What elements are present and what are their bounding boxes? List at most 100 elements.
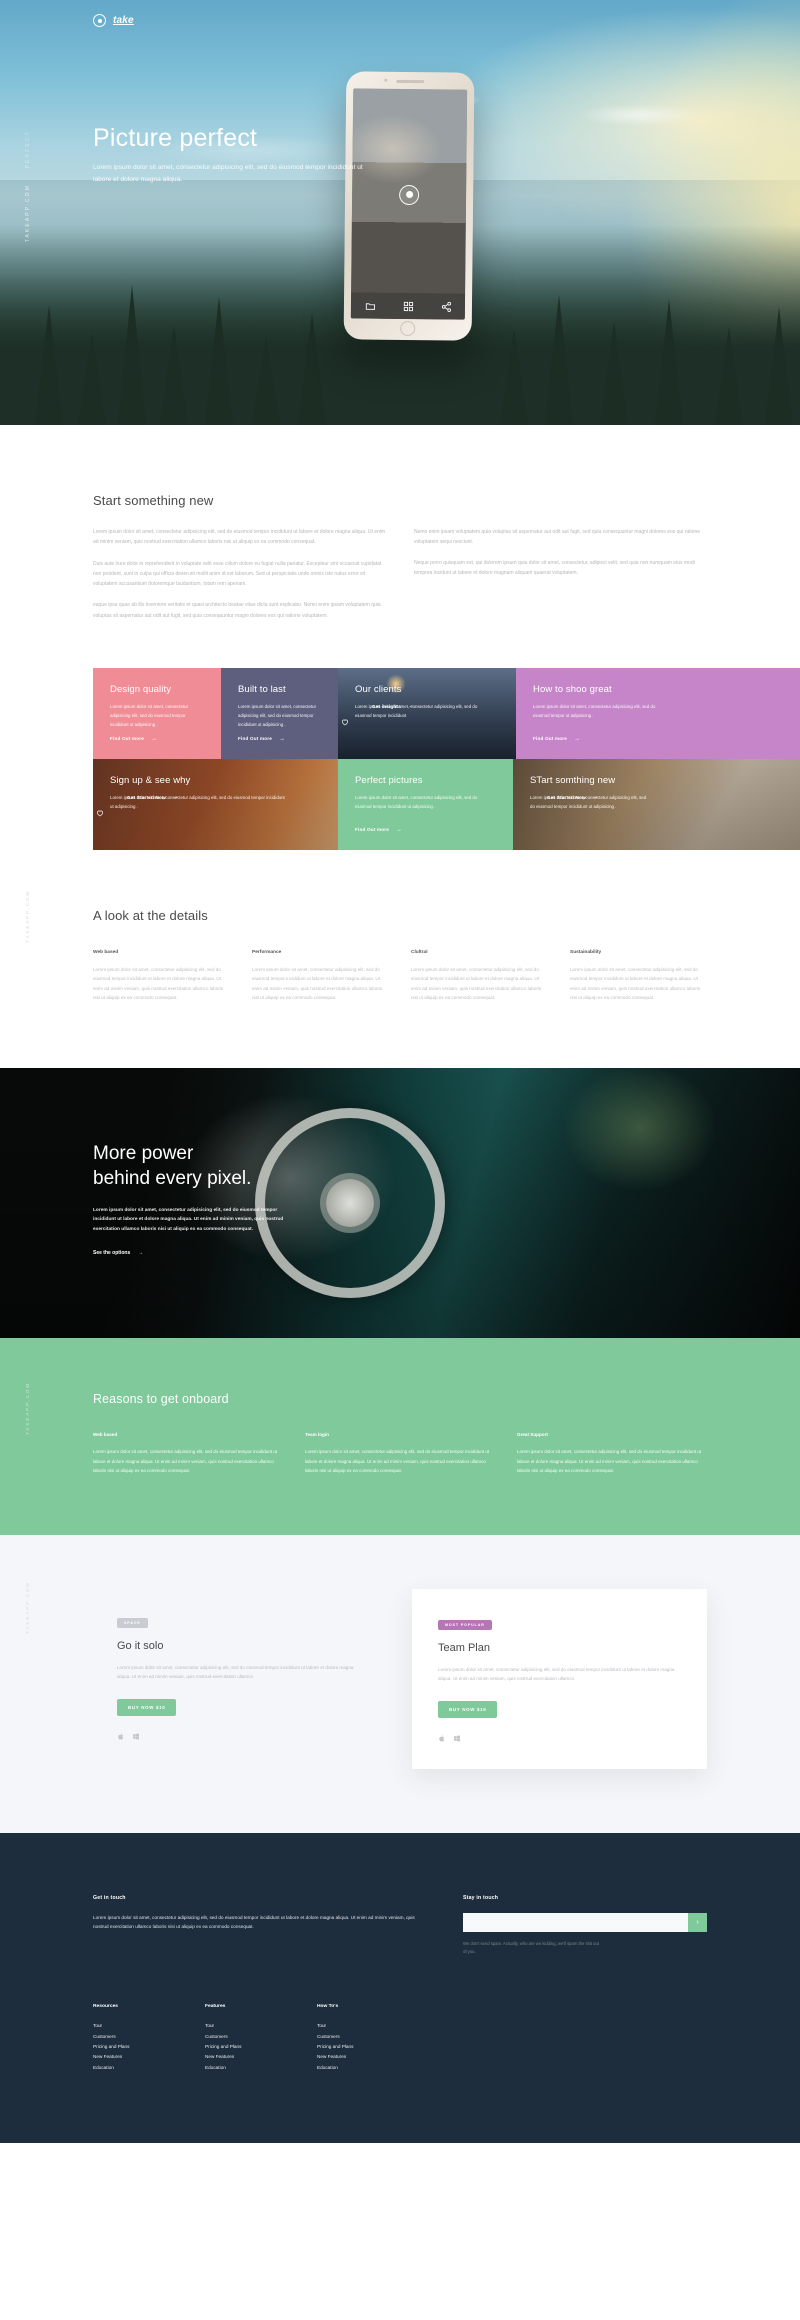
- tile-cta[interactable]: Get Started Now →: [127, 794, 338, 800]
- grid-icon[interactable]: [402, 300, 413, 311]
- pricing-side-label: TAKEAPP.COM: [25, 1581, 30, 1634]
- footer-link[interactable]: Education: [205, 2063, 295, 2073]
- tile-start-something-new[interactable]: STart somthing new Lorem ipsum dolor sit…: [513, 758, 800, 850]
- reason-column: Great Support Lorem ipsum dolor sit amet…: [517, 1432, 707, 1475]
- brand-logo[interactable]: take: [93, 14, 134, 27]
- tile-cta[interactable]: Find Out more →: [238, 736, 285, 742]
- details-section: TAKEAPP.COM A look at the details Web ba…: [0, 849, 800, 1069]
- arrow-right-icon: →: [279, 735, 286, 742]
- tile-text: Lorem ipsum dolor sit amet, consectetur …: [533, 704, 656, 719]
- buy-now-button[interactable]: BUY NOW $10: [117, 1698, 177, 1716]
- tile-cta-label: Find Out more: [355, 827, 389, 833]
- plan-title: Team Plan: [438, 1642, 490, 1655]
- footer-newsletter: Stay in touch › We don't send spam. Actu…: [463, 1895, 707, 1956]
- newsletter-note: We don't send spam. Actually, who are we…: [463, 1940, 599, 1955]
- tile-design-quality[interactable]: Design quality Lorem ipsum dolor sit ame…: [93, 667, 221, 759]
- tile-built-to-last[interactable]: Built to last Lorem ipsum dolor sit amet…: [221, 667, 338, 759]
- footer-link[interactable]: Pricing and Plans: [205, 2042, 295, 2052]
- heart-icon[interactable]: [96, 809, 104, 817]
- circle-dot-icon: [93, 14, 106, 27]
- detail-heading: Performance: [252, 949, 282, 955]
- site-footer: Get in touch Lorem ipsum dolor sit amet,…: [0, 1832, 800, 2143]
- footer-link[interactable]: New Features: [317, 2052, 407, 2062]
- footer-link[interactable]: Tour: [205, 2021, 295, 2031]
- heart-icon[interactable]: [341, 718, 349, 726]
- phone-home-button[interactable]: [400, 320, 416, 337]
- start-something-new-section: Start something new Lorem ipsum dolor si…: [0, 425, 800, 850]
- windows-icon[interactable]: [132, 1732, 140, 1741]
- details-side-label: TAKEAPP.COM: [25, 889, 30, 943]
- tile-cta[interactable]: Find Out more →: [355, 827, 402, 833]
- footer-link[interactable]: New Features: [205, 2052, 295, 2062]
- reason-heading: Team login: [305, 1432, 329, 1438]
- newsletter-submit-button[interactable]: ›: [688, 1912, 707, 1932]
- tile-cta-label: Get Started Now: [127, 794, 166, 800]
- start-right-column: Nemo enim ipsam voluptatem quia voluptas…: [414, 527, 707, 632]
- tree-icon: [545, 295, 573, 425]
- footer-link[interactable]: Pricing and Plans: [93, 2042, 183, 2052]
- arrow-right-icon: →: [138, 1250, 144, 1257]
- plan-store-icons: [438, 1734, 681, 1743]
- tile-our-clients[interactable]: Our clients Lorem ipsum dolor sit amet, …: [338, 667, 516, 759]
- hero-title: Picture perfect: [93, 124, 258, 152]
- footer-column-heading: Resources: [93, 2004, 119, 2010]
- detail-text: Lorem ipsum dolor sit amet, consectetur …: [252, 966, 383, 1000]
- footer-link[interactable]: Customers: [317, 2032, 407, 2042]
- tile-cta-label: Find Out more: [110, 736, 144, 742]
- plan-badge: SPACE: [117, 1618, 148, 1629]
- reason-text: Lorem ipsum dolor sit amet, consectetur …: [517, 1449, 702, 1473]
- buy-now-button[interactable]: BUY NOW $19: [438, 1700, 498, 1718]
- tile-text: Lorem ipsum dolor sit amet, consectetur …: [355, 795, 478, 810]
- tile-cta-label: Find Out more: [533, 736, 567, 742]
- section-title: A look at the details: [93, 907, 208, 923]
- footer-link[interactable]: Pricing and Plans: [317, 2042, 407, 2052]
- reasons-section: TAKEAPP.COM Reasons to get onboard Web b…: [0, 1338, 800, 1536]
- footer-link[interactable]: Customers: [205, 2032, 295, 2042]
- tile-perfect-pictures[interactable]: Perfect pictures Lorem ipsum dolor sit a…: [338, 758, 513, 850]
- apple-icon[interactable]: [117, 1732, 125, 1741]
- footer-link[interactable]: Education: [317, 2063, 407, 2073]
- footer-link[interactable]: New Features: [93, 2052, 183, 2062]
- tile-cta[interactable]: Get insights →: [372, 703, 516, 709]
- newsletter-email-input[interactable]: [463, 1912, 688, 1932]
- tile-title: Built to last: [238, 683, 286, 695]
- reason-heading: Web based: [93, 1432, 118, 1438]
- tile-cta[interactable]: Get Started Now →: [547, 794, 800, 800]
- footer-link[interactable]: Tour: [317, 2021, 407, 2031]
- phone-mockup: [343, 71, 475, 341]
- footer-text: Lorem ipsum dolor sit amet, consectetur …: [93, 1914, 415, 1930]
- footer-column-heading: Features: [205, 2004, 226, 2010]
- footer-link[interactable]: Education: [93, 2063, 183, 2073]
- tree-icon: [765, 307, 793, 425]
- share-icon[interactable]: [440, 301, 451, 312]
- reason-column: Team login Lorem ipsum dolor sit amet, c…: [305, 1432, 495, 1475]
- paragraph: Nemo enim ipsam voluptatem quia voluptas…: [414, 529, 701, 546]
- footer-link[interactable]: Customers: [93, 2032, 183, 2042]
- camera-shutter-icon[interactable]: [399, 184, 420, 205]
- tile-cta[interactable]: Find Out more →: [110, 736, 157, 742]
- arrow-right-icon: →: [396, 826, 403, 833]
- hero-side-label-secondary: PERFECT: [25, 130, 31, 169]
- folder-icon[interactable]: [364, 300, 375, 311]
- detail-column: Sustainability Lorem ipsum dolor sit ame…: [570, 950, 707, 1003]
- footer-link[interactable]: Tour: [93, 2021, 183, 2031]
- tile-cta[interactable]: Find Out more →: [533, 736, 580, 742]
- paragraph: Lorem ipsum dolor sit amet, consectetur …: [93, 529, 386, 546]
- apple-icon[interactable]: [438, 1734, 446, 1743]
- arrow-right-icon: →: [151, 735, 158, 742]
- feature-tiles: Design quality Lorem ipsum dolor sit ame…: [93, 667, 800, 850]
- paragraph: Neque porro quisquam est, qui dolorem ip…: [414, 559, 695, 576]
- tile-how-to-shoot[interactable]: How to shoo great Lorem ipsum dolor sit …: [516, 667, 800, 759]
- tile-text: Lorem ipsum dolor sit amet, consectetur …: [110, 704, 189, 728]
- plan-title: Go it solo: [117, 1640, 164, 1653]
- detail-column: Web based Lorem ipsum dolor sit amet, co…: [93, 950, 230, 1003]
- footer-link-column-features: Features Tour Customers Pricing and Plan…: [205, 2004, 295, 2073]
- windows-icon[interactable]: [453, 1734, 461, 1743]
- reason-text: Lorem ipsum dolor sit amet, consectetur …: [93, 1449, 278, 1473]
- hero-side-label: TAKEAPP.COM PERFECT: [25, 130, 31, 242]
- power-text: Lorem ipsum dolor sit amet, consectetur …: [93, 1207, 284, 1233]
- footer-contact: Get in touch Lorem ipsum dolor sit amet,…: [93, 1895, 423, 1956]
- power-cta[interactable]: See the options →: [93, 1250, 423, 1256]
- tree-icon: [118, 285, 146, 425]
- tile-sign-up[interactable]: Sign up & see why Lorem ipsum dolor sit …: [93, 758, 338, 850]
